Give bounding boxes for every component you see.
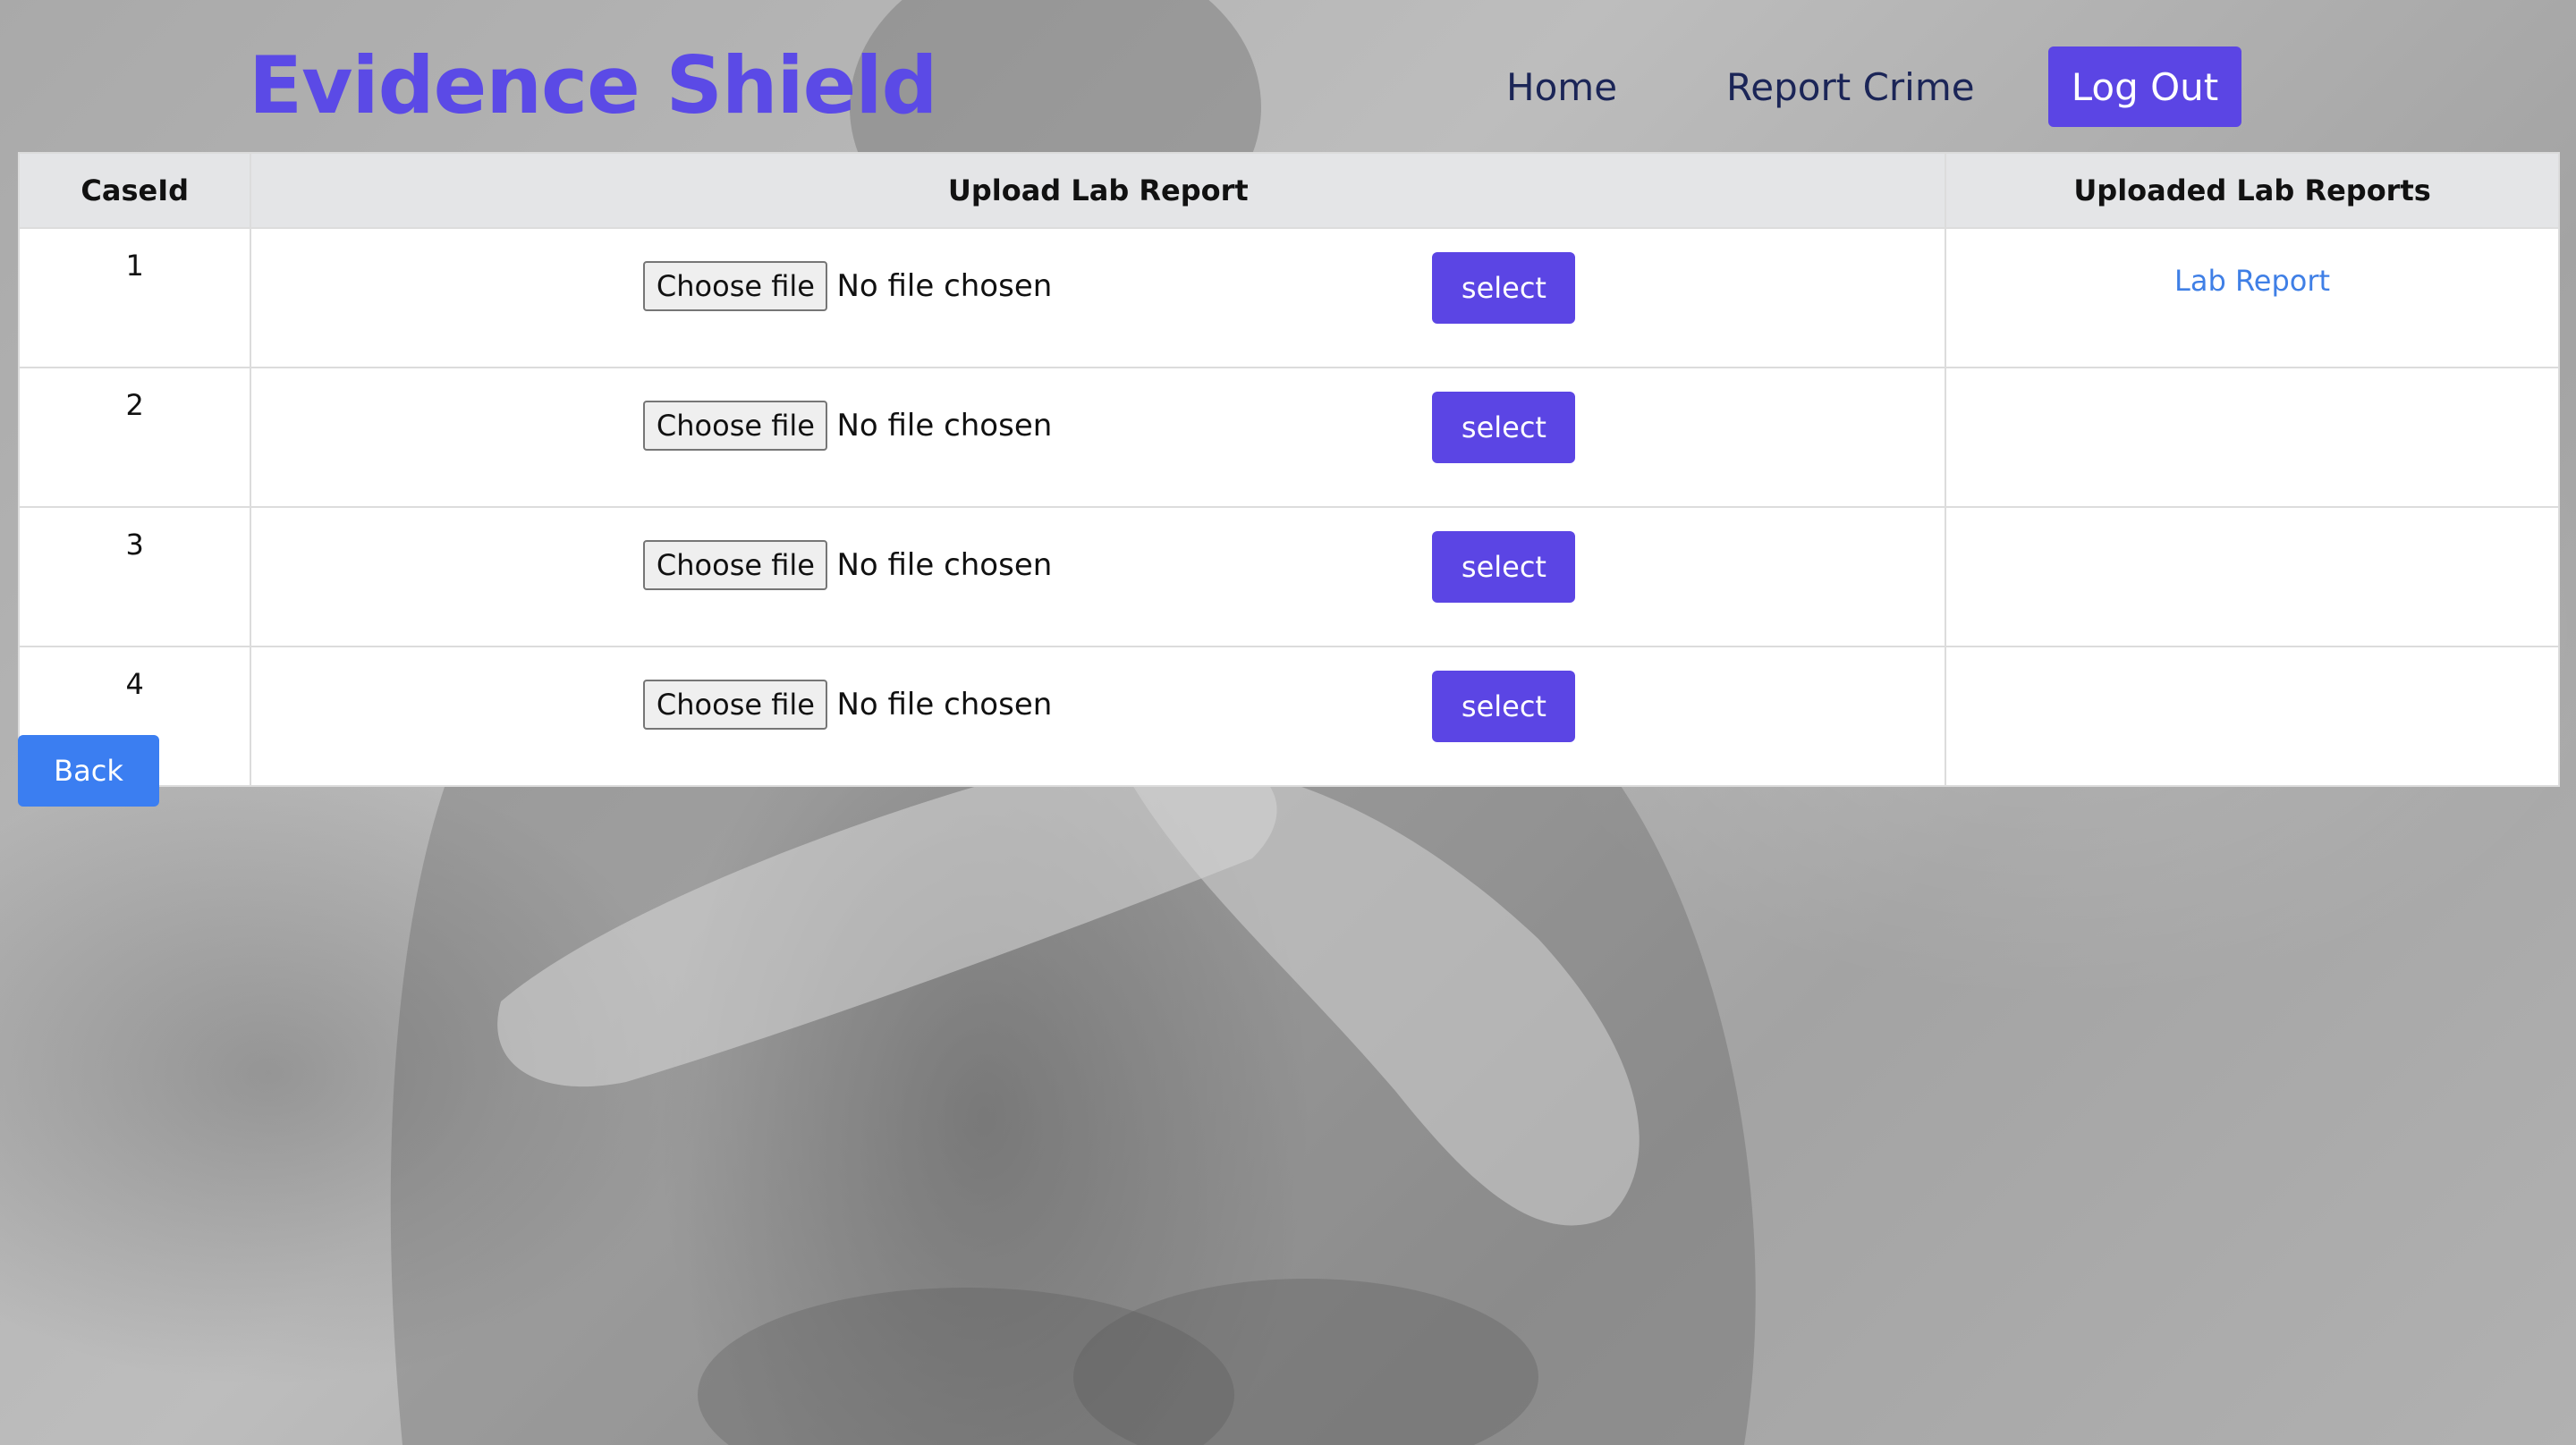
column-header-caseid: CaseId xyxy=(17,152,252,229)
table-row: 2 Choose file No file chosen select xyxy=(17,367,2560,508)
choose-file-button[interactable]: Choose file xyxy=(643,261,828,311)
uploaded-report-cell: Lab Report xyxy=(1945,227,2560,368)
upload-cell: Choose file No file chosen select xyxy=(250,506,1947,647)
nav-report-crime-link[interactable]: Report Crime xyxy=(1726,54,1975,122)
select-button[interactable]: select xyxy=(1432,252,1576,324)
select-button[interactable]: select xyxy=(1432,531,1576,603)
file-status-text: No file chosen xyxy=(836,547,1053,583)
uploaded-report-cell xyxy=(1945,646,2560,787)
choose-file-button[interactable]: Choose file xyxy=(643,401,828,451)
table-row: 3 Choose file No file chosen select xyxy=(17,506,2560,647)
file-status-text: No file chosen xyxy=(836,268,1053,304)
uploaded-report-cell xyxy=(1945,506,2560,647)
file-input[interactable]: Choose file No file chosen xyxy=(643,540,1052,590)
choose-file-button[interactable]: Choose file xyxy=(643,540,828,590)
table-row: 1 Choose file No file chosen select Lab … xyxy=(17,227,2560,368)
file-input[interactable]: Choose file No file chosen xyxy=(643,680,1052,730)
logout-button[interactable]: Log Out xyxy=(2048,46,2241,127)
file-status-text: No file chosen xyxy=(836,408,1053,444)
case-id-cell: 1 xyxy=(17,227,252,368)
upload-cell: Choose file No file chosen select xyxy=(250,227,1947,368)
column-header-uploaded: Uploaded Lab Reports xyxy=(1945,152,2560,229)
lab-report-link[interactable]: Lab Report xyxy=(2174,264,2330,298)
lab-report-table: CaseId Upload Lab Report Uploaded Lab Re… xyxy=(17,152,2560,787)
table-row: 4 Choose file No file chosen select xyxy=(17,646,2560,787)
case-id-cell: 2 xyxy=(17,367,252,508)
brand-title[interactable]: Evidence Shield xyxy=(249,32,937,139)
lab-report-table-container: CaseId Upload Lab Report Uploaded Lab Re… xyxy=(17,152,2560,787)
select-button[interactable]: select xyxy=(1432,671,1576,742)
column-header-upload: Upload Lab Report xyxy=(250,152,1947,229)
file-input[interactable]: Choose file No file chosen xyxy=(643,401,1052,451)
table-header-row: CaseId Upload Lab Report Uploaded Lab Re… xyxy=(17,152,2560,229)
upload-cell: Choose file No file chosen select xyxy=(250,646,1947,787)
upload-cell: Choose file No file chosen select xyxy=(250,367,1947,508)
case-id-cell: 3 xyxy=(17,506,252,647)
file-input[interactable]: Choose file No file chosen xyxy=(643,261,1052,311)
select-button[interactable]: select xyxy=(1432,392,1576,463)
uploaded-report-cell xyxy=(1945,367,2560,508)
file-status-text: No file chosen xyxy=(836,687,1053,722)
top-navbar: Evidence Shield Home Report Crime Log Ou… xyxy=(0,0,2576,152)
nav-home-link[interactable]: Home xyxy=(1506,54,1617,122)
choose-file-button[interactable]: Choose file xyxy=(643,680,828,730)
back-button[interactable]: Back xyxy=(18,735,159,807)
